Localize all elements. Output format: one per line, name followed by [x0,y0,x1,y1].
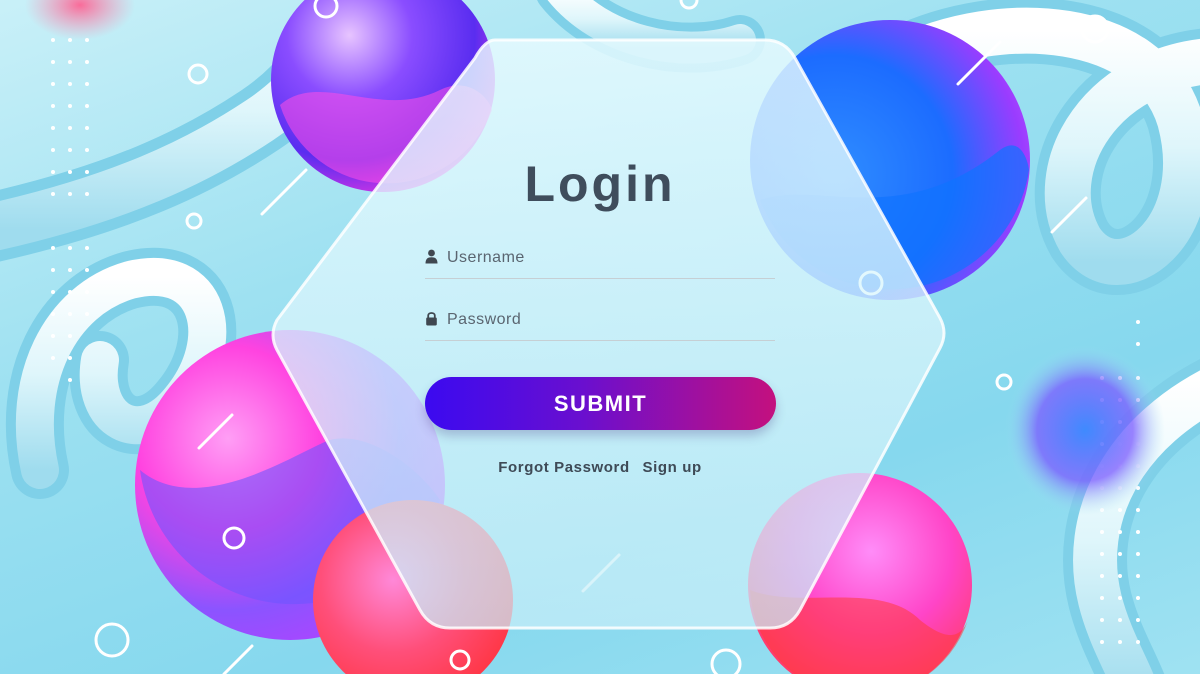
auth-links: Forgot Password Sign up [425,459,775,476]
username-field-row [425,238,775,279]
submit-button[interactable]: SUBMIT [425,377,776,430]
user-icon [425,249,438,264]
signup-link[interactable]: Sign up [643,459,702,476]
password-field-row [425,300,775,341]
lock-icon [426,312,437,326]
login-form: Login SUBMIT Forgot Password Sign up [425,150,776,490]
forgot-password-link[interactable]: Forgot Password [498,459,630,476]
password-input[interactable] [445,306,769,334]
page-title: Login [524,156,676,212]
username-input[interactable] [445,244,769,272]
login-page: Login SUBMIT Forgot Password Sign up [0,0,1200,674]
